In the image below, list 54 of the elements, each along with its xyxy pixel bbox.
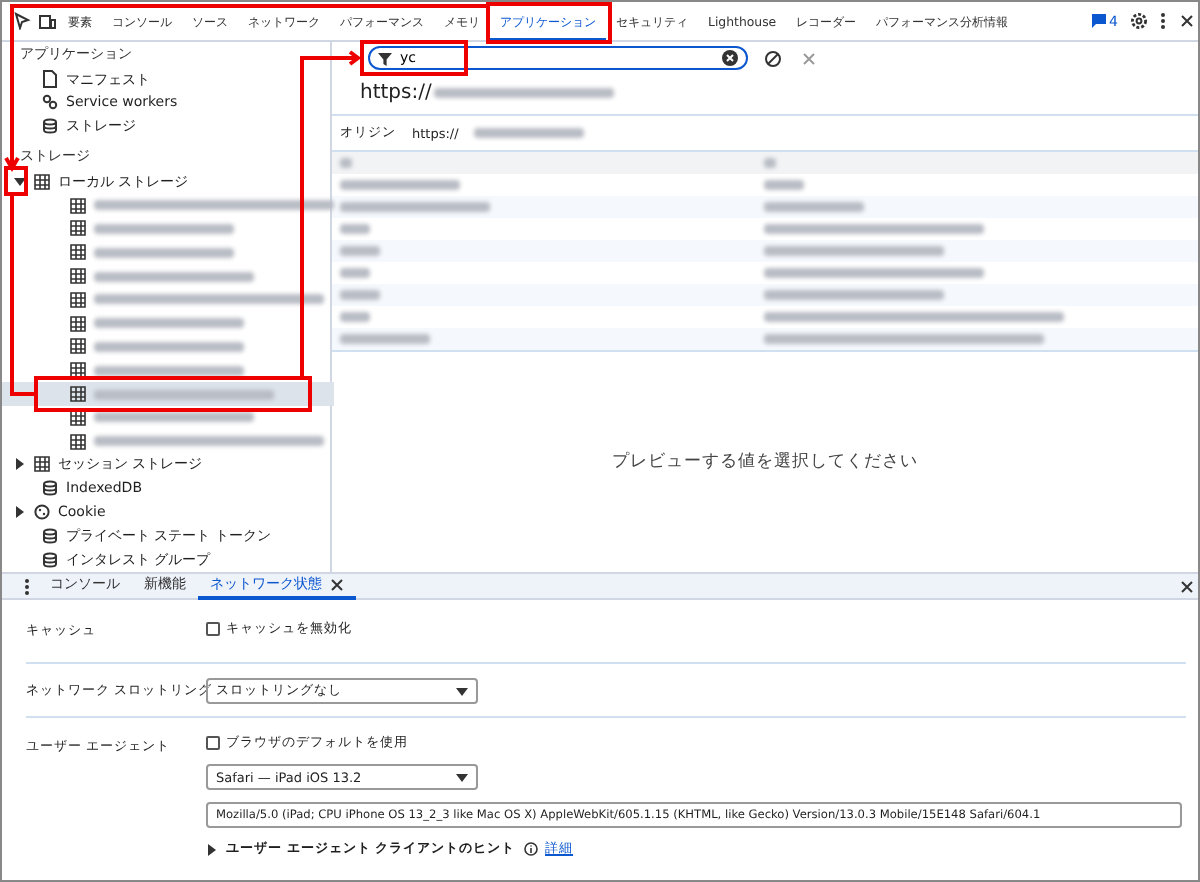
expand-triangle-icon[interactable]: [206, 843, 218, 855]
table-icon: [70, 409, 86, 426]
blurred-text: [340, 334, 430, 344]
clear-icon[interactable]: [722, 50, 738, 66]
blurred-text: [94, 223, 234, 234]
database-icon: [42, 527, 58, 544]
table-icon: [70, 197, 86, 214]
blurred-text: [340, 224, 370, 234]
storage-origin-item[interactable]: [2, 382, 334, 406]
table-icon: [70, 362, 86, 379]
blurred-text: [764, 180, 804, 190]
blurred-text: [764, 202, 864, 212]
expand-triangle-icon[interactable]: [14, 175, 26, 188]
table-icon: [70, 291, 86, 308]
table-icon: [70, 386, 86, 403]
settings-icon[interactable]: [1126, 9, 1150, 33]
device-icon[interactable]: [34, 9, 58, 33]
blurred-text: [340, 290, 380, 300]
blurred-text: [340, 246, 380, 256]
blurred-text: [340, 180, 460, 190]
caret-icon: [456, 773, 468, 781]
table-icon: [70, 268, 86, 285]
expand-triangle-icon[interactable]: [14, 506, 26, 519]
table-icon: [34, 173, 50, 190]
info-icon: [523, 842, 538, 856]
gear-icon: [42, 94, 58, 111]
inspect-icon[interactable]: [10, 9, 34, 33]
block-icon[interactable]: [760, 46, 784, 70]
database-icon: [42, 118, 58, 135]
caret-icon: [456, 687, 468, 695]
blurred-text: [340, 312, 370, 322]
table-icon: [70, 315, 86, 332]
origin-heading: https://: [360, 82, 432, 104]
table-icon: [70, 244, 86, 261]
highlight-frame: [360, 40, 468, 76]
blurred-text: [474, 128, 585, 138]
database-icon: [42, 551, 58, 568]
table-icon: [70, 220, 86, 237]
blurred-text: [340, 158, 352, 168]
table-icon: [70, 338, 86, 355]
preview-message: プレビューする値を選択してください: [612, 450, 918, 474]
close-icon[interactable]: [330, 577, 344, 591]
blurred-text: [340, 268, 370, 278]
highlight-frame: [486, 2, 612, 44]
table-icon: [34, 456, 50, 473]
filter-icon: [378, 51, 392, 65]
cookie-icon: [34, 504, 50, 521]
blurred-text: [94, 247, 234, 258]
expand-triangle-icon[interactable]: [14, 458, 26, 471]
blurred-text: [764, 158, 776, 168]
highlight-frame: [4, 166, 28, 196]
file-icon: [42, 70, 58, 89]
table-icon: [70, 433, 86, 450]
database-icon: [42, 480, 58, 497]
